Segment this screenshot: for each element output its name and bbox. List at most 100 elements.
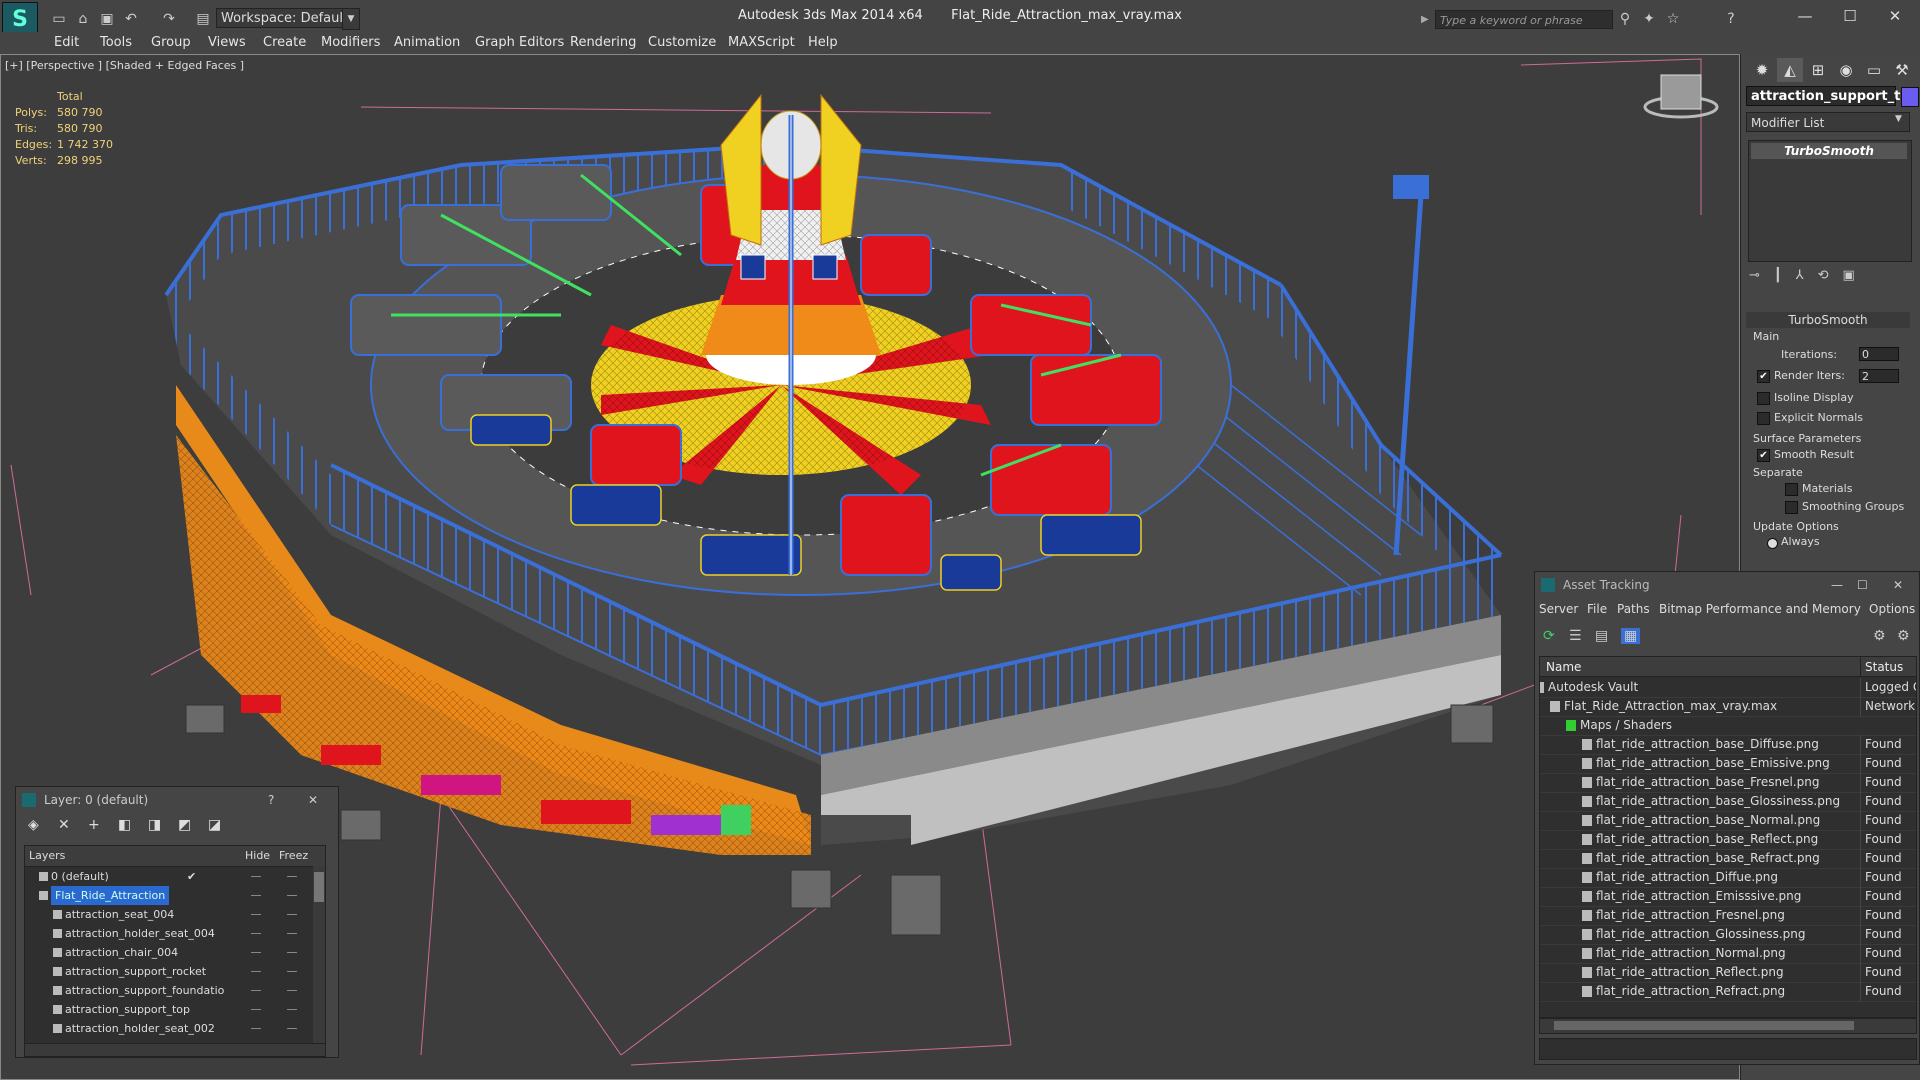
asset-tracking-titlebar[interactable]: Asset Tracking — ☐ ✕ — [1535, 572, 1919, 598]
column-hide[interactable]: Hide — [245, 846, 270, 866]
menu-edit[interactable]: Edit — [54, 32, 79, 54]
menu-animation[interactable]: Animation — [394, 32, 460, 54]
refresh-icon[interactable]: ⟳ — [1543, 628, 1555, 644]
freeze-toggle[interactable] — [287, 876, 297, 877]
hide-toggle[interactable] — [251, 895, 261, 896]
modify-tab-icon[interactable]: ◭ — [1777, 58, 1803, 82]
binoculars-icon[interactable]: ⚲ — [1614, 8, 1636, 30]
layer-row[interactable]: attraction_support_foundatio — [25, 981, 325, 1000]
settings-icon[interactable]: ⚙ — [1897, 628, 1910, 644]
list-view-icon[interactable]: ☰ — [1569, 628, 1582, 644]
asset-row[interactable]: flat_ride_attraction_base_Normal.png Foun… — [1540, 811, 1916, 831]
column-name[interactable]: Name — [1540, 657, 1860, 677]
vault-status-icon[interactable]: ⚙ — [1873, 628, 1886, 644]
freeze-toggle[interactable] — [287, 933, 297, 934]
render-iters-spinner[interactable]: 2 — [1859, 369, 1899, 383]
layer-help-icon[interactable]: ? — [268, 787, 274, 813]
layer-row[interactable]: attraction_support_top — [25, 1000, 325, 1019]
menu-graph-editors[interactable]: Graph Editors — [475, 32, 564, 54]
table-view-icon[interactable]: ▦ — [1621, 628, 1641, 644]
layer-horizontal-scrollbar[interactable] — [24, 1043, 326, 1057]
iterations-spinner[interactable]: 0 — [1859, 347, 1899, 361]
asset-row[interactable]: Flat_Ride_Attraction_max_vray.max Network… — [1540, 697, 1916, 717]
hide-toggle[interactable] — [251, 933, 261, 934]
asset-row[interactable]: flat_ride_attraction_base_Glossiness.png… — [1540, 792, 1916, 812]
asset-row[interactable]: flat_ride_attraction_Emisssive.png Found — [1540, 887, 1916, 907]
layer-row[interactable]: 0 (default) ✔ — [25, 867, 325, 886]
layer-row[interactable]: attraction_support_rocket — [25, 962, 325, 981]
asset-row[interactable]: flat_ride_attraction_base_Diffuse.png Fou… — [1540, 735, 1916, 755]
rollout-header[interactable]: TurboSmooth — [1746, 312, 1910, 328]
object-color-swatch[interactable] — [1901, 87, 1919, 107]
hide-toggle[interactable] — [251, 971, 261, 972]
asset-row[interactable]: flat_ride_attraction_base_Refract.png Fou… — [1540, 849, 1916, 869]
workspace-dropdown[interactable]: Workspace: Default — [216, 8, 356, 28]
stack-item-turbosmooth[interactable]: TurboSmooth — [1751, 143, 1907, 159]
always-radio[interactable] — [1767, 538, 1778, 549]
freeze-toggle[interactable] — [287, 952, 297, 953]
display-tab-icon[interactable]: ▭ — [1861, 58, 1887, 82]
viewport-label[interactable]: [+] [Perspective ] [Shaded + Edged Faces… — [5, 59, 244, 72]
favorites-star-icon[interactable]: ☆ — [1662, 8, 1684, 30]
asset-close-icon[interactable]: ✕ — [1893, 572, 1903, 598]
asset-row[interactable]: flat_ride_attraction_base_Reflect.png Fou… — [1540, 830, 1916, 850]
hide-toggle[interactable] — [251, 990, 261, 991]
asset-row[interactable]: flat_ride_attraction_Reflect.png Found — [1540, 963, 1916, 983]
motion-tab-icon[interactable]: ◉ — [1833, 58, 1859, 82]
maximize-icon[interactable]: ☐ — [1830, 4, 1870, 28]
redo-icon[interactable]: ↷ — [158, 8, 180, 30]
menu-maxscript[interactable]: MAXScript — [728, 32, 795, 54]
thumbnail-view-icon[interactable]: ▤ — [1595, 628, 1608, 644]
layer-row[interactable]: attraction_seat_004 — [25, 905, 325, 924]
new-file-icon[interactable]: ▭ — [48, 8, 70, 30]
utilities-tab-icon[interactable]: ⚒ — [1889, 58, 1915, 82]
open-file-icon[interactable]: ⌂ — [72, 8, 94, 30]
search-expand-icon[interactable]: ▶ — [1421, 10, 1433, 29]
new-layer-icon[interactable]: ◈ — [28, 817, 39, 833]
layer-vertical-scrollbar[interactable] — [313, 866, 325, 1044]
menu-rendering[interactable]: Rendering — [570, 32, 636, 54]
close-icon[interactable]: ✕ — [1875, 4, 1915, 28]
layer-row[interactable]: attraction_holder_seat_002 — [25, 1019, 325, 1038]
smoothing-groups-checkbox[interactable] — [1785, 501, 1798, 514]
highlight-layer-icon[interactable]: ◨ — [148, 817, 161, 833]
layer-titlebar[interactable]: Layer: 0 (default) ? ✕ — [16, 787, 338, 813]
explicit-normals-checkbox[interactable] — [1757, 412, 1770, 425]
save-icon[interactable]: ▣ — [96, 8, 118, 30]
add-to-layer-icon[interactable]: + — [88, 817, 100, 833]
smooth-result-checkbox[interactable]: ✔ — [1757, 449, 1770, 462]
layer-row[interactable]: attraction_holder_seat_004 — [25, 924, 325, 943]
hide-toggle[interactable] — [251, 914, 261, 915]
freeze-toggle[interactable] — [287, 971, 297, 972]
hide-all-layers-icon[interactable]: ◩ — [178, 817, 191, 833]
isoline-checkbox[interactable] — [1757, 392, 1770, 405]
modifier-list-dropdown[interactable]: Modifier List — [1746, 112, 1910, 132]
minimize-icon[interactable]: — — [1785, 4, 1825, 28]
object-name-field[interactable]: attraction_support_top — [1746, 86, 1919, 106]
menu-group[interactable]: Group — [151, 32, 191, 54]
menu-tools[interactable]: Tools — [100, 32, 132, 54]
hierarchy-tab-icon[interactable]: ⊞ — [1805, 58, 1831, 82]
freeze-toggle[interactable] — [287, 914, 297, 915]
asset-row[interactable]: flat_ride_attraction_Fresnel.png Found — [1540, 906, 1916, 926]
asset-menu-paths[interactable]: Paths — [1617, 602, 1650, 616]
asset-horizontal-scrollbar[interactable] — [1539, 1018, 1917, 1034]
asset-row[interactable]: flat_ride_attraction_Glossiness.png Found — [1540, 925, 1916, 945]
freeze-toggle[interactable] — [287, 1009, 297, 1010]
stack-toolbar[interactable]: ⊸┃⅄⟲▣ — [1749, 268, 1909, 288]
layer-row[interactable]: attraction_chair_004 — [25, 943, 325, 962]
layer-scroll-thumb[interactable] — [314, 872, 324, 902]
undo-icon[interactable]: ↶ — [120, 8, 142, 30]
workspace-chevron-icon[interactable]: ▼ — [342, 8, 360, 30]
hide-toggle[interactable] — [251, 952, 261, 953]
delete-layer-icon[interactable]: ✕ — [58, 817, 70, 833]
help-icon[interactable]: ? — [1720, 8, 1742, 30]
asset-row[interactable]: flat_ride_attraction_base_Emissive.png Fo… — [1540, 754, 1916, 774]
asset-path-field[interactable] — [1539, 1038, 1917, 1060]
freeze-toggle[interactable] — [287, 990, 297, 991]
materials-checkbox[interactable] — [1785, 483, 1798, 496]
hide-toggle[interactable] — [251, 876, 261, 877]
keyword-search-input[interactable]: Type a keyword or phrase — [1435, 10, 1613, 29]
asset-menu-options[interactable]: Options — [1869, 602, 1915, 616]
column-freeze[interactable]: Freez — [279, 846, 308, 866]
